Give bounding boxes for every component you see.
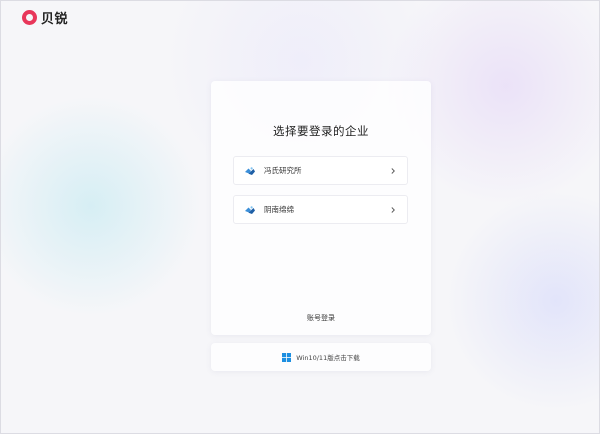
- windows-icon: [282, 352, 292, 362]
- company-item-2[interactable]: 阴南绵绵: [233, 195, 408, 224]
- download-button[interactable]: Win10/11版点击下载: [211, 343, 431, 371]
- chevron-right-icon: [391, 206, 395, 213]
- login-window: 贝锐 选择要登录的企业 冯氏研究所 阴南绵绵 账号登录 Win10/11版点击下…: [0, 0, 600, 434]
- page-title: 选择要登录的企业: [273, 124, 369, 138]
- brand-name: 贝锐: [41, 12, 69, 27]
- company-select-card: 选择要登录的企业 冯氏研究所 阴南绵绵 账号登录: [211, 81, 431, 335]
- cloud-icon: [245, 166, 255, 175]
- account-login-link[interactable]: 账号登录: [211, 313, 431, 323]
- cloud-icon: [245, 205, 255, 214]
- company-name: 阴南绵绵: [264, 205, 294, 214]
- company-name: 冯氏研究所: [264, 166, 302, 175]
- brand: 贝锐: [22, 8, 68, 27]
- brand-logo-icon: [22, 10, 37, 25]
- chevron-right-icon: [391, 167, 395, 174]
- company-item-1[interactable]: 冯氏研究所: [233, 156, 408, 185]
- download-label: Win10/11版点击下载: [296, 354, 360, 362]
